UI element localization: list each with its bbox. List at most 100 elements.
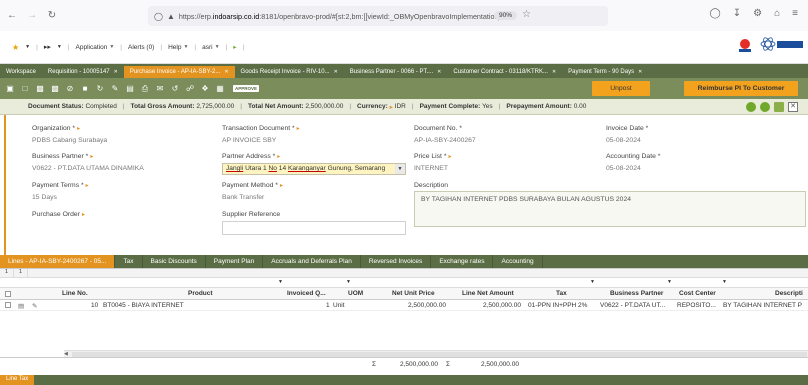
table-row[interactable]: ▤ ✎ 10 BT0045 - BIAYA INTERNET 1 Unit 2,… (0, 300, 808, 311)
filter-dropdown-icon[interactable]: ▼ (722, 279, 727, 285)
close-icon[interactable]: ✕ (437, 69, 441, 75)
export-icon[interactable]: ✎ (109, 83, 121, 95)
tab-customer-contract[interactable]: Customer Contract - 03118/KTRK... ✕ (447, 66, 562, 78)
tab-tax[interactable]: Tax (115, 255, 143, 268)
tab-workspace[interactable]: Workspace (0, 66, 42, 78)
col-net-unit-price[interactable]: Net Unit Price (392, 290, 435, 297)
close-icon[interactable]: ✕ (224, 69, 228, 75)
extensions-icon[interactable]: ⚙ (753, 8, 762, 19)
invoice-date-label: Invoice Date * (606, 125, 649, 132)
close-form-icon[interactable]: ✕ (788, 102, 798, 112)
save-close-icon[interactable]: ▩ (49, 83, 61, 95)
tab-lines[interactable]: Lines - AP-IA-SBY-2400267 - 05... (0, 255, 116, 268)
partner-address-select[interactable]: Jangli Utara 1 No 14 Karanganyar Gunung,… (222, 163, 406, 175)
col-uom[interactable]: UOM (348, 290, 363, 297)
previous-record-icon[interactable] (746, 102, 756, 112)
new-document-icon[interactable]: ▣ (4, 83, 16, 95)
zoom-level[interactable]: 90% (494, 11, 518, 20)
select-all-checkbox[interactable] (5, 291, 11, 297)
undo-icon[interactable]: ⊘ (64, 83, 76, 95)
print-icon[interactable]: ⎙ (139, 83, 151, 95)
col-description[interactable]: Descripti (775, 290, 803, 297)
report-icon[interactable]: ▤ (124, 83, 136, 95)
col-line-net-amount[interactable]: Line Net Amount (462, 290, 514, 297)
close-icon[interactable]: ✕ (334, 69, 338, 75)
price-list-field[interactable]: INTERNET (414, 165, 448, 172)
home-icon[interactable]: ⌂ (774, 8, 780, 19)
tab-line-tax[interactable]: Line Tax (0, 375, 35, 385)
tab-payment-term[interactable]: Payment Term - 90 Days ✕ (562, 66, 648, 78)
row-doc-icon[interactable]: ▤ (18, 302, 24, 310)
forward-icon[interactable]: → (24, 8, 40, 24)
filter-dropdown-icon[interactable]: ▼ (278, 279, 283, 285)
tab-reversed-invoices[interactable]: Reversed Invoices (361, 255, 432, 268)
email-icon[interactable]: ✉ (154, 83, 166, 95)
payment-method-field[interactable]: Bank Transfer (222, 194, 264, 201)
business-partner-field[interactable]: V0622 - PT.DATA UTAMA DINAMIKA (32, 165, 144, 172)
menu-application[interactable]: Application ▼ (76, 44, 115, 51)
address-bar[interactable]: ◯ ▲ https://erp.indoarsip.co.id:8181/ope… (148, 6, 608, 26)
favorites-star-icon[interactable]: ★ (12, 43, 19, 52)
close-icon[interactable]: ✕ (114, 69, 118, 75)
audit-icon[interactable]: ↺ (169, 83, 181, 95)
col-line-no[interactable]: Line No. (62, 290, 88, 297)
organization-field[interactable]: PDBS Cabang Surabaya (32, 137, 107, 144)
filter-dropdown-icon[interactable]: ▼ (590, 279, 595, 285)
accounting-date-field[interactable]: 05-08-2024 (606, 165, 641, 172)
save-icon[interactable]: ▩ (34, 83, 46, 95)
filter-dropdown-icon[interactable]: ▼ (346, 279, 351, 285)
delete-icon[interactable]: ■ (79, 83, 91, 95)
row-edit-icon[interactable]: ✎ (32, 302, 37, 310)
unpost-button[interactable]: Unpost (592, 81, 650, 96)
new-record-icon[interactable]: □ (19, 83, 31, 95)
invoice-date-field[interactable]: 05-08-2024 (606, 137, 641, 144)
document-no-field[interactable]: AP-IA-SBY-2400267 (414, 137, 476, 144)
form-view-icon[interactable] (774, 102, 784, 112)
col-invoiced-qty[interactable]: Invoiced Q... (287, 290, 326, 297)
quick-launch-icon[interactable]: ▸ (233, 43, 236, 51)
refresh-icon[interactable]: ↻ (94, 83, 106, 95)
attach-icon[interactable]: ❖ (199, 83, 211, 95)
reload-icon[interactable]: ↻ (44, 8, 60, 24)
menu-user[interactable]: asri ▼ (202, 44, 219, 51)
menu-icon[interactable]: ≡ (792, 8, 798, 19)
tab-requisition[interactable]: Requisition - 10005147 ✕ (42, 66, 124, 78)
reimburse-pi-button[interactable]: Reimburse PI To Customer (684, 81, 798, 96)
currency-link-icon[interactable]: ▸ (390, 103, 393, 111)
supplier-reference-input[interactable] (222, 221, 406, 235)
grid-icon[interactable]: ▦ (214, 83, 226, 95)
approve-badge[interactable]: APPROVE (233, 85, 260, 92)
horizontal-scrollbar[interactable]: ◀ (64, 350, 808, 357)
tab-accruals-deferrals[interactable]: Accruals and Deferrals Plan (263, 255, 361, 268)
close-icon[interactable]: ✕ (638, 69, 642, 75)
favorites-dropdown-icon[interactable]: ▼ (25, 44, 30, 50)
pocket-icon[interactable]: ◯ (710, 8, 721, 19)
tab-accounting[interactable]: Accounting (493, 255, 543, 268)
chevron-down-icon[interactable]: ▼ (395, 164, 405, 174)
tab-business-partner[interactable]: Business Partner - 0066 - PT.... ✕ (344, 66, 448, 78)
row-checkbox[interactable] (5, 302, 11, 308)
tab-goods-receipt-invoice[interactable]: Goods Receipt Invoice - RIV-10... ✕ (235, 66, 344, 78)
filter-dropdown-icon[interactable]: ▼ (667, 279, 672, 285)
back-icon[interactable]: ← (4, 8, 20, 24)
url-text[interactable]: https://erp.indoarsip.co.id:8181/openbra… (179, 12, 499, 21)
tab-exchange-rates[interactable]: Exchange rates (431, 255, 494, 268)
link-icon[interactable]: ☍ (184, 83, 196, 95)
bookmark-star-icon[interactable]: ☆ (522, 9, 531, 20)
close-icon[interactable]: ✕ (552, 69, 556, 75)
transaction-document-field[interactable]: AP INVOICE SBY (222, 137, 276, 144)
menu-alerts[interactable]: Alerts (0) (128, 44, 154, 51)
recent-icon[interactable]: ▸▸ (44, 43, 51, 51)
col-tax[interactable]: Tax (556, 290, 567, 297)
payment-terms-field[interactable]: 15 Days (32, 194, 57, 201)
col-business-partner[interactable]: Business Partner (610, 290, 663, 297)
description-field[interactable]: BY TAGIHAN INTERNET PDBS SURABAYA BULAN … (414, 191, 806, 227)
col-cost-center[interactable]: Cost Center (679, 290, 716, 297)
next-record-icon[interactable] (760, 102, 770, 112)
tab-payment-plan[interactable]: Payment Plan (206, 255, 264, 268)
col-product[interactable]: Product (188, 290, 213, 297)
tab-purchase-invoice[interactable]: Purchase Invoice - AP-IA-SBY-2... ✕ (123, 66, 235, 78)
tab-basic-discounts[interactable]: Basic Discounts (143, 255, 206, 268)
download-icon[interactable]: ↧ (733, 8, 741, 19)
menu-help[interactable]: Help ▼ (168, 44, 188, 51)
